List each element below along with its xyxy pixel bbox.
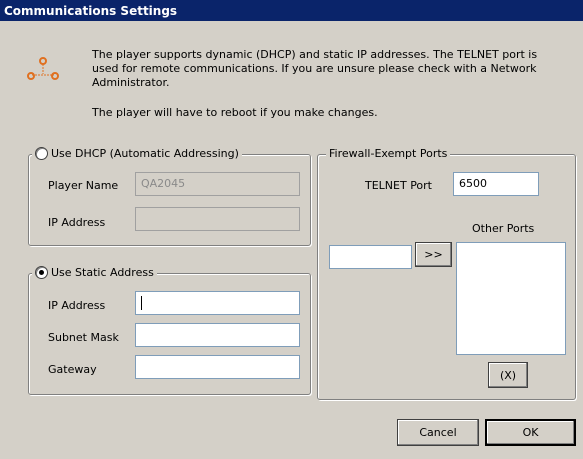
remove-port-button[interactable]: (X) (488, 362, 528, 388)
info-line-1: The player supports dynamic (DHCP) and s… (92, 48, 538, 61)
subnet-mask-label: Subnet Mask (48, 331, 119, 344)
other-ports-list[interactable] (456, 242, 566, 355)
add-port-button[interactable]: >> (415, 242, 452, 267)
dhcp-ip-label: IP Address (48, 216, 106, 229)
cancel-button[interactable]: Cancel (397, 419, 479, 446)
dhcp-radio-button[interactable] (35, 147, 48, 160)
other-ports-label: Other Ports (472, 222, 535, 235)
ok-button[interactable]: OK (485, 419, 576, 446)
gateway-label: Gateway (48, 363, 97, 376)
dhcp-radio-label[interactable]: Use DHCP (Automatic Addressing) (51, 147, 239, 160)
port-entry-field[interactable] (329, 245, 412, 269)
telnet-port-label: TELNET Port (365, 179, 432, 192)
window-title: Communications Settings (0, 0, 583, 21)
static-ip-label: IP Address (48, 299, 106, 312)
network-icon (27, 57, 59, 80)
gateway-field[interactable] (135, 355, 300, 379)
static-radio-label[interactable]: Use Static Address (51, 266, 154, 279)
telnet-port-field[interactable]: 6500 (453, 172, 539, 196)
dhcp-radio-option[interactable]: Use DHCP (Automatic Addressing) (32, 147, 242, 160)
firewall-group-title: Firewall-Exempt Ports (326, 147, 451, 160)
subnet-mask-field[interactable] (135, 323, 300, 347)
static-radio-option[interactable]: Use Static Address (32, 266, 157, 279)
reboot-note: The player will have to reboot if you ma… (92, 106, 378, 119)
dhcp-group (28, 154, 311, 246)
static-ip-field[interactable] (135, 291, 300, 315)
text-cursor (141, 296, 142, 310)
player-name-label: Player Name (48, 179, 119, 192)
player-name-field[interactable]: QA2045 (135, 172, 300, 196)
info-line-3: Administrator. (92, 76, 170, 89)
info-line-2: used for remote communications. If you a… (92, 62, 537, 75)
dhcp-ip-field[interactable] (135, 207, 300, 231)
static-radio-button[interactable] (35, 266, 48, 279)
